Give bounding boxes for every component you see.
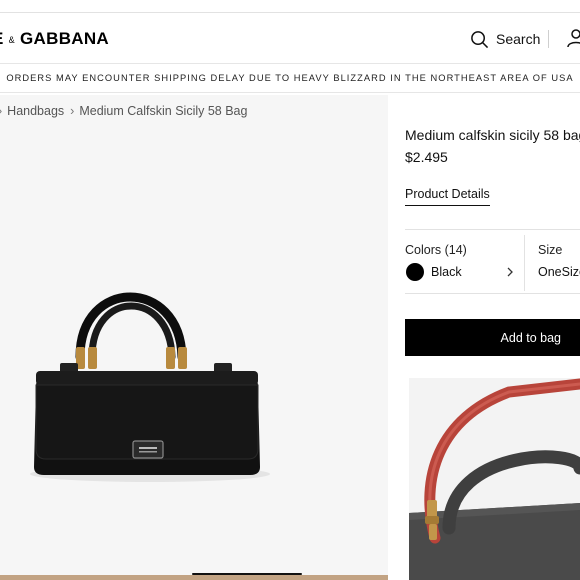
size-selector[interactable]: Size OneSize	[538, 235, 580, 293]
chevron-right-icon	[507, 267, 513, 277]
thumbnail-strip[interactable]	[0, 575, 388, 580]
vertical-divider	[524, 235, 525, 291]
divider	[405, 293, 580, 294]
product-image-bag	[30, 292, 270, 482]
product-title: Medium calfskin sicily 58 bag	[405, 127, 580, 143]
search-label: Search	[496, 31, 541, 47]
header-divider	[548, 30, 549, 48]
divider	[405, 229, 580, 230]
breadcrumb-item-current: Medium Calfskin Sicily 58 Bag	[79, 104, 248, 118]
product-details-link[interactable]: Product Details	[405, 187, 490, 206]
breadcrumb-chevron-icon: ›	[70, 104, 75, 118]
product-price: $2.495	[405, 149, 448, 165]
size-value: OneSize	[538, 265, 580, 279]
add-to-bag-button[interactable]: Add to bag	[405, 319, 580, 356]
breadcrumb-chevron-icon: ›	[0, 104, 2, 118]
site-header: E & GABBANA Search	[0, 13, 580, 63]
search-button[interactable]: Search	[470, 28, 540, 50]
shipping-notice-banner: ORDERS MAY ENCOUNTER SHIPPING DELAY DUE …	[0, 63, 580, 93]
brand-logo[interactable]: E & GABBANA	[0, 29, 109, 49]
gallery-scroll-indicator[interactable]	[192, 573, 302, 575]
color-selector[interactable]: Colors (14) Black	[405, 235, 525, 293]
search-icon	[471, 30, 489, 48]
colors-label: Colors (14)	[405, 243, 467, 257]
color-swatch-black[interactable]	[406, 263, 424, 281]
breadcrumb-item-handbags[interactable]: Handbags	[7, 104, 64, 118]
selected-color-name: Black	[431, 265, 462, 279]
product-gallery[interactable]: › Handbags › Medium Calfskin Sicily 58 B…	[0, 95, 388, 580]
shipping-notice-text: ORDERS MAY ENCOUNTER SHIPPING DELAY DUE …	[6, 73, 574, 83]
user-icon[interactable]	[566, 28, 580, 48]
breadcrumb: › Handbags › Medium Calfskin Sicily 58 B…	[0, 104, 253, 118]
product-detail-bag-closeup	[409, 378, 580, 580]
size-label: Size	[538, 243, 563, 257]
product-detail-image[interactable]	[409, 378, 580, 580]
